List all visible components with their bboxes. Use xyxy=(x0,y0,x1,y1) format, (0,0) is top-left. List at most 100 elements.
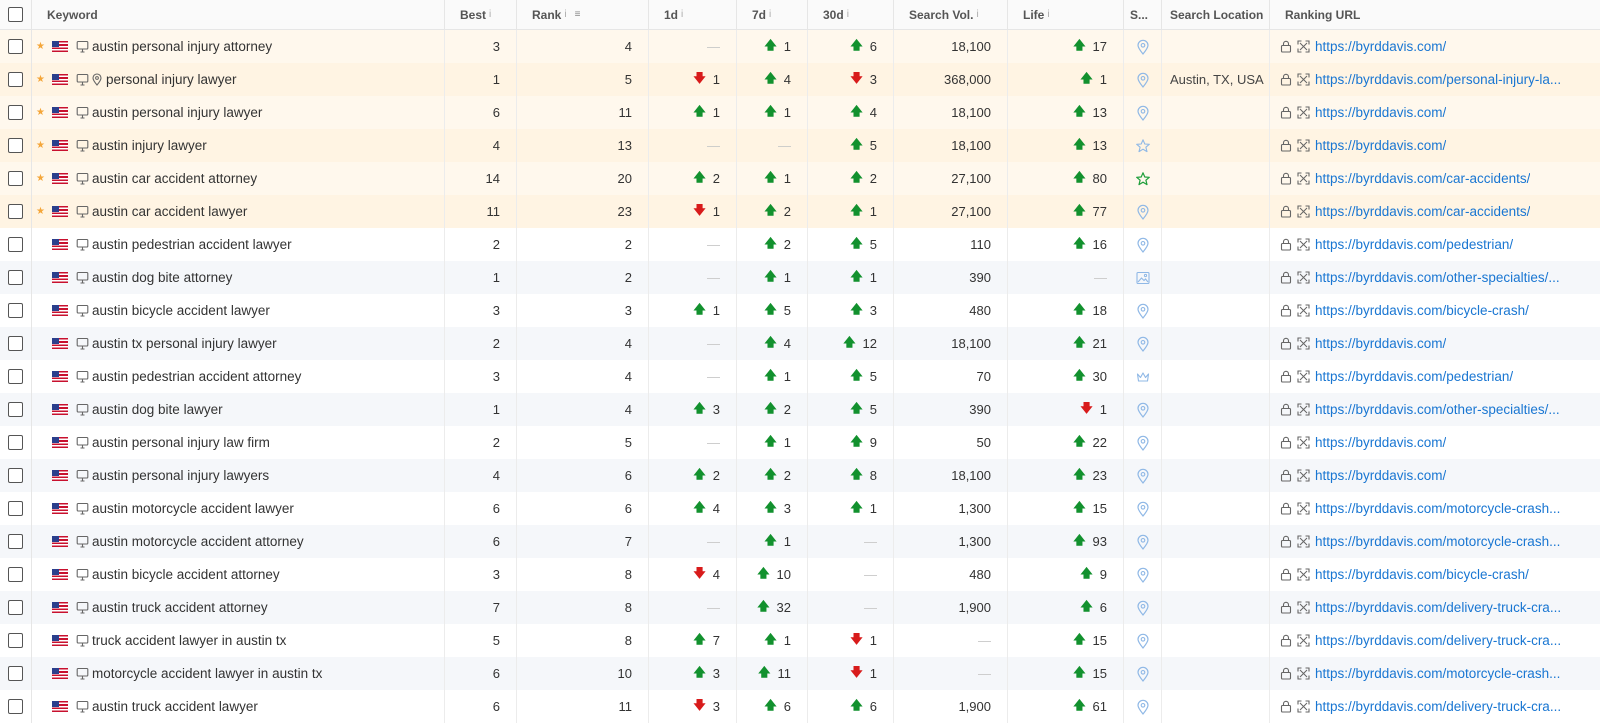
expand-icon[interactable] xyxy=(1297,139,1310,152)
keyword-text[interactable]: austin personal injury law firm xyxy=(92,435,270,450)
map-pin-icon[interactable] xyxy=(1135,72,1151,88)
row-checkbox[interactable] xyxy=(8,39,23,54)
row-checkbox[interactable] xyxy=(8,435,23,450)
map-pin-icon[interactable] xyxy=(1135,699,1151,715)
expand-icon[interactable] xyxy=(1297,601,1310,614)
star-icon[interactable] xyxy=(1135,138,1151,154)
map-pin-icon[interactable] xyxy=(1135,303,1151,319)
keyword-text[interactable]: austin bicycle accident lawyer xyxy=(92,303,270,318)
row-checkbox[interactable] xyxy=(8,270,23,285)
map-pin-icon[interactable] xyxy=(1135,402,1151,418)
row-checkbox[interactable] xyxy=(8,204,23,219)
map-pin-icon[interactable] xyxy=(1135,501,1151,517)
column-header-life[interactable]: Life i xyxy=(1008,0,1124,30)
info-icon[interactable]: i xyxy=(1047,9,1049,20)
expand-icon[interactable] xyxy=(1297,73,1310,86)
ranking-url-link[interactable]: https://byrddavis.com/ xyxy=(1315,336,1446,351)
info-icon[interactable]: i xyxy=(489,9,491,20)
ranking-url-link[interactable]: https://byrddavis.com/other-specialties/… xyxy=(1315,270,1560,285)
favorite-star-icon[interactable]: ★ xyxy=(36,140,48,151)
ranking-url-link[interactable]: https://byrddavis.com/pedestrian/ xyxy=(1315,237,1513,252)
map-pin-icon[interactable] xyxy=(1135,204,1151,220)
ranking-url-link[interactable]: https://byrddavis.com/bicycle-crash/ xyxy=(1315,567,1529,582)
ranking-url-link[interactable]: https://byrddavis.com/car-accidents/ xyxy=(1315,204,1530,219)
map-pin-icon[interactable] xyxy=(1135,39,1151,55)
info-icon[interactable]: i xyxy=(976,9,978,20)
keyword-text[interactable]: austin tx personal injury lawyer xyxy=(92,336,277,351)
keyword-text[interactable]: motorcycle accident lawyer in austin tx xyxy=(92,666,322,681)
expand-icon[interactable] xyxy=(1297,436,1310,449)
row-checkbox[interactable] xyxy=(8,666,23,681)
expand-icon[interactable] xyxy=(1297,40,1310,53)
map-pin-icon[interactable] xyxy=(1135,534,1151,550)
ranking-url-link[interactable]: https://byrddavis.com/pedestrian/ xyxy=(1315,369,1513,384)
row-checkbox[interactable] xyxy=(8,105,23,120)
column-header-30d[interactable]: 30d i xyxy=(808,0,894,30)
map-pin-icon[interactable] xyxy=(1135,600,1151,616)
star-icon[interactable] xyxy=(1135,171,1151,187)
row-checkbox[interactable] xyxy=(8,303,23,318)
favorite-star-icon[interactable]: ★ xyxy=(36,41,48,52)
map-pin-icon[interactable] xyxy=(1135,336,1151,352)
row-checkbox[interactable] xyxy=(8,534,23,549)
info-icon[interactable]: i xyxy=(847,9,849,20)
expand-icon[interactable] xyxy=(1297,106,1310,119)
image-icon[interactable] xyxy=(1135,270,1151,286)
ranking-url-link[interactable]: https://byrddavis.com/car-accidents/ xyxy=(1315,171,1530,186)
ranking-url-link[interactable]: https://byrddavis.com/motorcycle-crash..… xyxy=(1315,534,1560,549)
ranking-url-link[interactable]: https://byrddavis.com/delivery-truck-cra… xyxy=(1315,600,1561,615)
expand-icon[interactable] xyxy=(1297,172,1310,185)
keyword-text[interactable]: austin truck accident attorney xyxy=(92,600,268,615)
row-checkbox[interactable] xyxy=(8,633,23,648)
map-pin-icon[interactable] xyxy=(1135,237,1151,253)
keyword-text[interactable]: austin personal injury lawyer xyxy=(92,105,262,120)
row-checkbox[interactable] xyxy=(8,138,23,153)
ranking-url-link[interactable]: https://byrddavis.com/delivery-truck-cra… xyxy=(1315,633,1561,648)
sort-ascending-icon[interactable]: ≡ xyxy=(575,9,581,20)
expand-icon[interactable] xyxy=(1297,634,1310,647)
ranking-url-link[interactable]: https://byrddavis.com/motorcycle-crash..… xyxy=(1315,501,1560,516)
keyword-text[interactable]: personal injury lawyer xyxy=(106,72,237,87)
expand-icon[interactable] xyxy=(1297,667,1310,680)
ranking-url-link[interactable]: https://byrddavis.com/other-specialties/… xyxy=(1315,402,1560,417)
keyword-text[interactable]: austin car accident lawyer xyxy=(92,204,247,219)
row-checkbox[interactable] xyxy=(8,567,23,582)
row-checkbox[interactable] xyxy=(8,72,23,87)
keyword-text[interactable]: austin dog bite attorney xyxy=(92,270,232,285)
ranking-url-link[interactable]: https://byrddavis.com/personal-injury-la… xyxy=(1315,72,1561,87)
keyword-text[interactable]: austin injury lawyer xyxy=(92,138,207,153)
keyword-text[interactable]: austin bicycle accident attorney xyxy=(92,567,280,582)
map-pin-icon[interactable] xyxy=(1135,666,1151,682)
column-header-serp[interactable]: S... xyxy=(1124,0,1162,30)
expand-icon[interactable] xyxy=(1297,700,1310,713)
expand-icon[interactable] xyxy=(1297,469,1310,482)
column-header-best[interactable]: Best i xyxy=(445,0,517,30)
column-header-rank[interactable]: Rank i ≡ xyxy=(517,0,649,30)
keyword-text[interactable]: austin dog bite lawyer xyxy=(92,402,223,417)
map-pin-icon[interactable] xyxy=(1135,435,1151,451)
info-icon[interactable]: i xyxy=(564,9,566,20)
info-icon[interactable]: i xyxy=(769,9,771,20)
ranking-url-link[interactable]: https://byrddavis.com/ xyxy=(1315,39,1446,54)
ranking-url-link[interactable]: https://byrddavis.com/ xyxy=(1315,138,1446,153)
favorite-star-icon[interactable]: ★ xyxy=(36,107,48,118)
keyword-text[interactable]: austin truck accident lawyer xyxy=(92,699,258,714)
crown-icon[interactable] xyxy=(1135,369,1151,385)
keyword-text[interactable]: austin personal injury lawyers xyxy=(92,468,269,483)
column-header-ranking-url[interactable]: Ranking URL xyxy=(1270,0,1600,30)
column-header-search-location[interactable]: Search Location xyxy=(1162,0,1270,30)
column-header-search-vol[interactable]: Search Vol. i xyxy=(894,0,1008,30)
select-all-checkbox[interactable] xyxy=(8,7,23,22)
ranking-url-link[interactable]: https://byrddavis.com/ xyxy=(1315,105,1446,120)
ranking-url-link[interactable]: https://byrddavis.com/delivery-truck-cra… xyxy=(1315,699,1561,714)
row-checkbox[interactable] xyxy=(8,237,23,252)
column-header-7d[interactable]: 7d i xyxy=(737,0,808,30)
favorite-star-icon[interactable]: ★ xyxy=(36,206,48,217)
expand-icon[interactable] xyxy=(1297,337,1310,350)
keyword-text[interactable]: truck accident lawyer in austin tx xyxy=(92,633,286,648)
column-header-1d[interactable]: 1d i xyxy=(649,0,737,30)
row-checkbox[interactable] xyxy=(8,501,23,516)
row-checkbox[interactable] xyxy=(8,600,23,615)
expand-icon[interactable] xyxy=(1297,568,1310,581)
row-checkbox[interactable] xyxy=(8,468,23,483)
